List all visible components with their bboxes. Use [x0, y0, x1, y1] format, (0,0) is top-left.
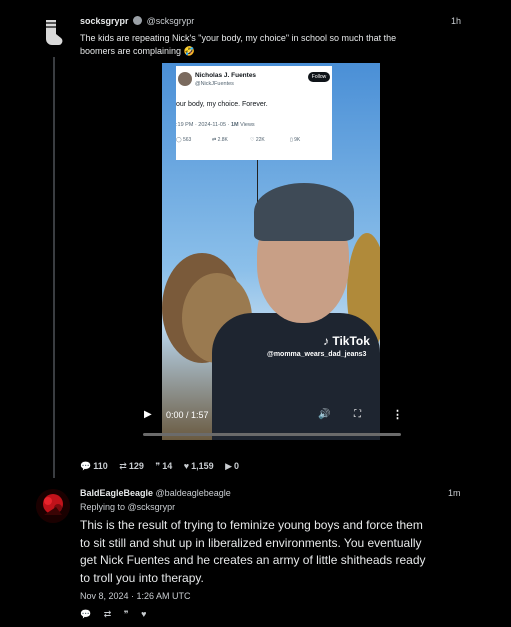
embedded-reply: ◯ 563	[176, 137, 191, 143]
author-handle[interactable]: @scksgrypr	[147, 16, 195, 26]
replying-to-link[interactable]: @scksgrypr	[128, 502, 176, 512]
embedded-handle: @NickJFuentes	[195, 81, 234, 87]
sock-avatar-icon	[36, 15, 70, 49]
embedded-bookmark: ▯ 9K	[290, 137, 300, 143]
post-header: socksgrypr @scksgrypr	[80, 16, 194, 26]
replying-to: Replying to @scksgrypr	[80, 502, 175, 512]
play-icon[interactable]: ▶	[144, 409, 156, 421]
post-text: This is the result of trying to feminize…	[80, 517, 426, 587]
quote-stat[interactable]: ❞ 14	[155, 461, 172, 472]
reply-stat[interactable]: 💬 110	[80, 461, 108, 472]
eagle-avatar-icon	[36, 489, 70, 523]
post-time[interactable]: 1m	[448, 488, 461, 498]
embedded-repost-count: 2.8K	[217, 137, 228, 143]
embedded-bookmark-count: 9K	[294, 137, 301, 143]
thread-line	[53, 57, 55, 478]
views-stat[interactable]: ▶ 0	[225, 461, 239, 472]
tiktok-logo: ♪ TikTok	[323, 334, 370, 348]
tiktok-label: TikTok	[332, 334, 370, 348]
embedded-repost: ⇄ 2.8K	[212, 137, 228, 143]
replying-to-prefix: Replying to	[80, 502, 128, 512]
quote-icon[interactable]: ❞	[124, 609, 129, 619]
reply-count: 110	[93, 461, 108, 471]
post-text-line: boomers are complaining 🤣	[80, 46, 195, 56]
post-stats: 💬 110 ⇄ 129 ❞ 14 ♥ 1,159 ▶ 0	[80, 461, 248, 472]
post-text-line: This is the result of trying to feminize…	[80, 518, 423, 532]
embedded-like-count: 22K	[255, 137, 265, 143]
video-progress-bar[interactable]	[143, 433, 401, 436]
reply-icon: 💬	[80, 461, 92, 471]
post-text-line: to troll you into therapy.	[80, 570, 204, 585]
reply-icon[interactable]: 💬	[80, 609, 91, 619]
embedded-tweet-card: Nicholas J. Fuentes @NickJFuentes Follow…	[176, 66, 332, 160]
reply-icon: ◯	[176, 137, 182, 143]
heart-icon[interactable]: ♥	[141, 609, 146, 619]
volume-icon[interactable]: 🔊	[318, 409, 330, 420]
play-icon: ▶	[225, 461, 233, 471]
more-options-icon[interactable]: ⋮	[392, 408, 403, 421]
bookmark-icon: ▯	[290, 137, 293, 143]
repost-icon: ⇄	[119, 461, 127, 471]
avatar[interactable]	[36, 489, 70, 523]
post-text: The kids are repeating Nick's "your body…	[80, 32, 396, 58]
person-cap	[254, 183, 354, 241]
embedded-follow-button: Follow	[308, 72, 330, 82]
post-date[interactable]: Nov 8, 2024 · 1:26 AM UTC	[80, 591, 191, 601]
post-text-line: get Nick Fuentes and he creates an army …	[80, 553, 426, 567]
repost-count: 129	[128, 461, 144, 471]
repost-icon[interactable]: ⇄	[104, 609, 112, 619]
like-stat[interactable]: ♥ 1,159	[184, 461, 214, 471]
embedded-meta-views: 1M	[230, 122, 239, 128]
embedded-reply-count: 563	[183, 137, 192, 143]
avatar[interactable]	[36, 15, 70, 49]
post-actions: 💬 ⇄ ❞ ♥	[80, 609, 157, 620]
embedded-like: ♡ 22K	[250, 137, 265, 143]
author-handle[interactable]: @baldeaglebeagle	[156, 488, 231, 498]
embedded-text: our body, my choice. Forever.	[176, 101, 268, 108]
repost-icon: ⇄	[212, 137, 217, 143]
verified-badge-icon	[133, 16, 143, 25]
post-header: BaldEagleBeagle @baldeaglebeagle	[80, 488, 231, 498]
quote-icon: ❞	[155, 461, 161, 471]
embedded-meta-views-label: Views	[238, 122, 255, 128]
heart-icon: ♡	[250, 137, 255, 143]
repost-stat[interactable]: ⇄ 129	[119, 461, 144, 472]
post-text-line: The kids are repeating Nick's "your body…	[80, 33, 397, 43]
embedded-avatar	[178, 72, 192, 86]
heart-icon: ♥	[183, 461, 190, 471]
author-name[interactable]: socksgrypr	[80, 16, 129, 26]
author-name[interactable]: BaldEagleBeagle	[80, 488, 153, 498]
post-text-line: to sit still and shut up in liberalized …	[80, 535, 422, 550]
embedded-meta-time: :19 PM · 2024-11-05 ·	[176, 122, 231, 128]
post-time[interactable]: 1h	[451, 16, 461, 26]
tiktok-username: @momma_wears_dad_jeans3	[267, 351, 367, 358]
views-count: 0	[234, 461, 240, 471]
person-shirt	[212, 313, 380, 440]
embedded-name: Nicholas J. Fuentes	[195, 72, 257, 79]
fullscreen-icon[interactable]: ⛶	[354, 409, 361, 420]
like-count: 1,159	[191, 461, 214, 471]
video-time: 0:00 / 1:57	[166, 410, 209, 420]
quote-count: 14	[162, 461, 173, 471]
embedded-meta: :19 PM · 2024-11-05 · 1M Views	[176, 122, 255, 128]
